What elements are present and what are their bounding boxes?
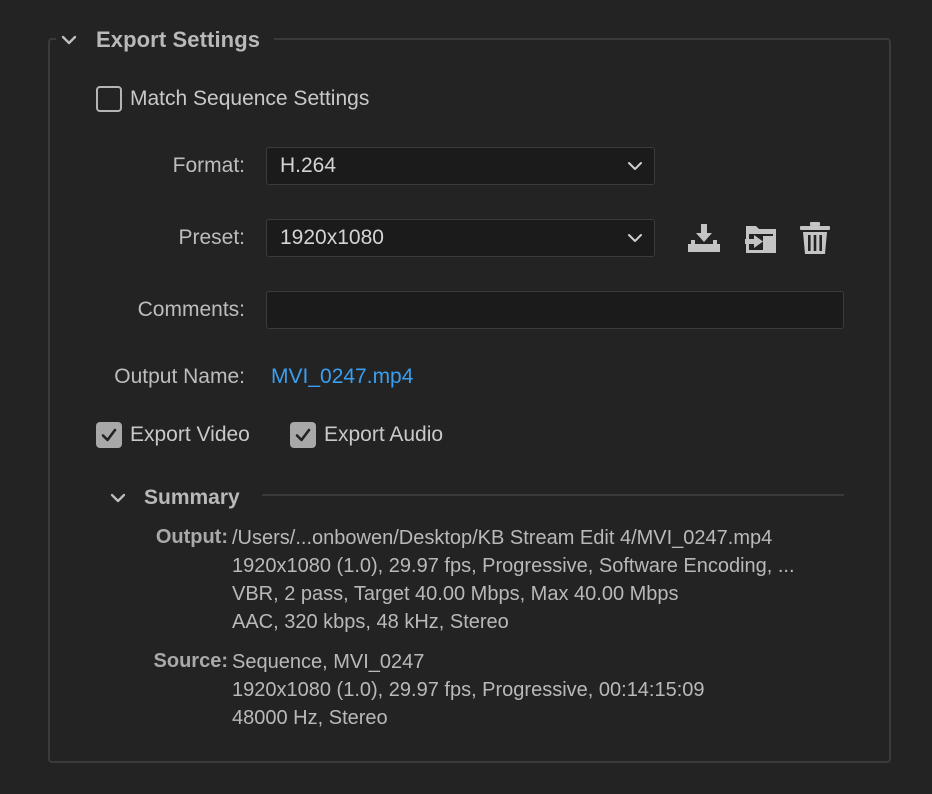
summary-header[interactable]: Summary [106, 482, 240, 514]
summary-title: Summary [144, 486, 240, 509]
trash-icon[interactable] [797, 220, 833, 256]
summary-source-line: 1920x1080 (1.0), 29.97 fps, Progressive,… [232, 679, 705, 701]
output-name-label: Output Name: [114, 365, 245, 388]
preset-label: Preset: [178, 226, 245, 249]
export-settings-title: Export Settings [96, 27, 261, 52]
comments-label: Comments: [137, 298, 245, 321]
export-audio-label: Export Audio [324, 423, 444, 446]
preset-select[interactable]: 1920x1080 [266, 219, 655, 257]
output-name-link[interactable]: MVI_0247.mp4 [271, 365, 413, 389]
summary-output-line: 1920x1080 (1.0), 29.97 fps, Progressive,… [232, 555, 795, 577]
import-preset-icon[interactable] [742, 220, 778, 256]
export-video-checkbox[interactable] [96, 422, 122, 448]
chevron-down-icon [628, 234, 642, 242]
summary-source-label: Source: [153, 650, 228, 672]
export-video-checkbox-row[interactable]: Export Video [96, 422, 250, 448]
summary-output-line: VBR, 2 pass, Target 40.00 Mbps, Max 40.0… [232, 583, 679, 605]
export-settings-page: Export Settings Match Sequence Settings … [0, 0, 932, 794]
summary-source-details: Sequence, MVI_0247 1920x1080 (1.0), 29.9… [232, 648, 705, 732]
summary-output-line: AAC, 320 kbps, 48 kHz, Stereo [232, 611, 509, 633]
summary-output-label: Output: [155, 526, 228, 548]
match-sequence-checkbox[interactable] [96, 86, 122, 112]
summary-source-line: Sequence, MVI_0247 [232, 651, 425, 673]
chevron-down-icon[interactable] [106, 486, 130, 510]
export-video-label: Export Video [130, 423, 250, 446]
summary-divider [262, 494, 844, 496]
format-select[interactable]: H.264 [266, 147, 655, 185]
match-sequence-checkbox-row[interactable]: Match Sequence Settings [96, 86, 369, 112]
checkmark-icon [101, 428, 117, 442]
summary-output-details: /Users/...onbowen/Desktop/KB Stream Edit… [232, 524, 795, 636]
summary-source-line: 48000 Hz, Stereo [232, 707, 388, 729]
chevron-down-icon[interactable] [56, 27, 82, 53]
export-audio-checkbox-row[interactable]: Export Audio [290, 422, 443, 448]
summary-output-line: /Users/...onbowen/Desktop/KB Stream Edit… [232, 527, 773, 549]
export-settings-header[interactable]: Export Settings [56, 22, 275, 58]
comments-input[interactable] [266, 291, 844, 329]
checkmark-icon [295, 428, 311, 442]
save-preset-icon[interactable] [686, 220, 722, 256]
match-sequence-label: Match Sequence Settings [130, 87, 370, 110]
format-value: H.264 [280, 154, 337, 177]
chevron-down-icon [628, 162, 642, 170]
preset-value: 1920x1080 [280, 226, 384, 249]
format-label: Format: [172, 154, 245, 177]
export-audio-checkbox[interactable] [290, 422, 316, 448]
